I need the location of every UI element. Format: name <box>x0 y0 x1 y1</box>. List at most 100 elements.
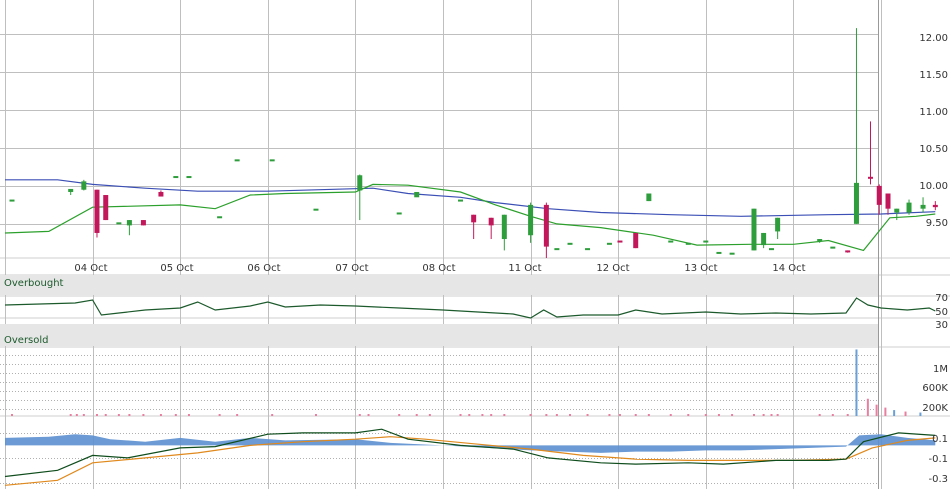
x-axis: 04 Oct 05 Oct 06 Oct 07 Oct 08 Oct 11 Oc… <box>74 263 805 274</box>
volume-baseline-marker <box>490 414 493 416</box>
volume-baseline-marker <box>687 414 690 416</box>
rsi-y-axis: 70 50 30 <box>935 293 948 331</box>
candle-up <box>81 181 87 190</box>
macd-tick-label: 0.1 <box>932 434 948 445</box>
volume-baseline-marker <box>271 414 274 416</box>
rsi-line <box>4 297 936 319</box>
volume-baseline-marker <box>415 414 418 416</box>
candle-up <box>751 208 757 251</box>
price-tick-label: 11.00 <box>919 107 948 118</box>
candle-up <box>668 240 674 243</box>
candle-down <box>158 191 164 197</box>
macd-tick-label: -0.1 <box>928 454 948 465</box>
candle-down <box>932 204 938 208</box>
rsi-tick-label: 30 <box>935 320 948 331</box>
candle-up <box>217 216 223 219</box>
volume-baseline-marker <box>545 414 548 416</box>
candle-up <box>357 175 363 191</box>
candle-up <box>528 204 534 236</box>
price-tick-label: 11.50 <box>919 70 948 81</box>
candle-down <box>617 240 623 243</box>
price-y-axis: 12.00 11.50 11.00 10.50 10.00 9.50 <box>919 33 948 229</box>
candle-up <box>646 193 652 202</box>
candle-down <box>633 232 639 249</box>
volume-baseline-marker <box>468 414 471 416</box>
candle-down <box>103 195 109 221</box>
candle-up <box>414 191 420 198</box>
volume-tick-label: 600K <box>922 383 948 394</box>
volume-baseline-marker <box>608 414 611 416</box>
volume-tick-label: 200K <box>922 403 948 414</box>
volume-bar <box>904 411 907 416</box>
candle-up <box>830 246 836 249</box>
candle-up <box>606 242 612 245</box>
candle-up <box>685 242 691 245</box>
volume-baseline-marker <box>704 414 707 416</box>
overbought-label: Overbought <box>4 278 64 289</box>
volume-baseline-marker <box>398 414 401 416</box>
volume-baseline-marker <box>569 414 572 416</box>
candle-down <box>94 189 100 233</box>
candle-up <box>554 248 560 251</box>
candle-up <box>853 182 859 224</box>
candle-up <box>126 220 132 226</box>
stock-chart: Overbought Oversold 04 Oct 05 Oct 06 Oct… <box>0 0 950 489</box>
volume-baseline-marker <box>69 414 72 416</box>
candle-up <box>396 212 402 215</box>
volume-baseline-marker <box>367 414 370 416</box>
volume-baseline-marker <box>11 414 14 416</box>
volume-bar <box>884 407 887 416</box>
candle-down <box>471 214 477 223</box>
volume-baseline-marker <box>82 414 85 416</box>
candle-up <box>501 214 507 240</box>
volume-baseline-marker <box>428 414 431 416</box>
candle-up <box>920 204 926 209</box>
volume-bar <box>919 412 922 416</box>
volume-baseline-marker <box>142 414 145 416</box>
plot-layer <box>4 28 938 486</box>
oversold-label: Oversold <box>4 335 49 346</box>
candle-down <box>140 220 146 226</box>
volume-baseline-marker <box>358 414 361 416</box>
volume-bar <box>875 404 878 416</box>
volume-bar <box>893 410 896 416</box>
volume-y-axis: 1M 600K 200K <box>922 364 948 414</box>
candle-up <box>173 176 179 179</box>
volume-baseline-marker <box>95 414 98 416</box>
volume-baseline-marker <box>634 414 637 416</box>
volume-baseline-marker <box>481 414 484 416</box>
volume-baseline-marker <box>555 414 558 416</box>
candle-up <box>894 208 900 213</box>
x-tick-label: 08 Oct <box>422 263 455 274</box>
volume-baseline-marker <box>831 414 834 416</box>
volume-baseline-marker <box>846 414 849 416</box>
candle-up <box>716 251 722 254</box>
volume-baseline-marker <box>159 414 162 416</box>
volume-baseline-marker <box>770 414 773 416</box>
volume-baseline-marker <box>236 414 239 416</box>
candle-up <box>116 222 122 225</box>
volume-baseline-marker <box>752 414 755 416</box>
candle-up <box>68 188 74 192</box>
volume-baseline-marker <box>529 414 532 416</box>
rsi-overbought-band: Overbought <box>0 275 878 295</box>
volume-baseline-marker <box>762 414 765 416</box>
volume-baseline-marker <box>586 414 589 416</box>
candle-down <box>543 204 549 247</box>
candle-down <box>845 250 851 253</box>
volume-baseline-marker <box>647 414 650 416</box>
volume-baseline-marker <box>669 414 672 416</box>
volume-baseline-marker <box>218 414 221 416</box>
volume-baseline-marker <box>459 414 462 416</box>
volume-baseline-marker <box>104 414 107 416</box>
ma-long-line <box>5 179 936 217</box>
volume-baseline-marker <box>314 414 317 416</box>
x-tick-label: 06 Oct <box>247 263 280 274</box>
volume-bar <box>866 398 869 416</box>
x-tick-label: 07 Oct <box>335 263 368 274</box>
candle-up <box>234 159 240 162</box>
macd-line <box>4 428 936 478</box>
candle-up <box>567 242 573 245</box>
candle-up <box>769 248 774 251</box>
macd-tick-label: -0.3 <box>928 474 948 485</box>
